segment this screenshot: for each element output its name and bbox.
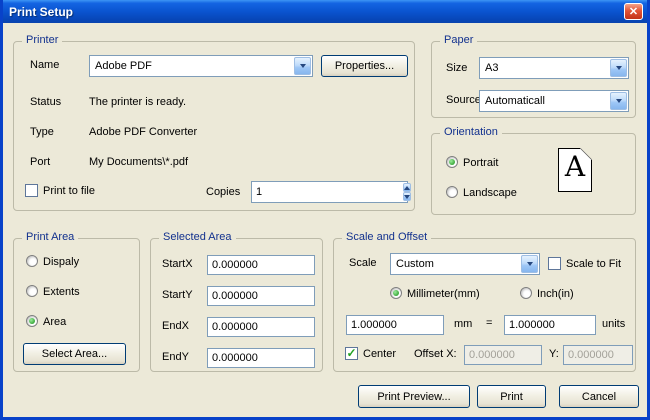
select-area-button[interactable]: Select Area...	[23, 343, 126, 365]
paper-source-combo-button	[610, 92, 627, 110]
selected-area-group-legend: Selected Area	[159, 231, 236, 243]
printer-status-label: Status	[30, 96, 61, 108]
landscape-label[interactable]: Landscape	[463, 187, 517, 199]
scale-combo-button	[521, 255, 538, 273]
millimeter-label[interactable]: Millimeter(mm)	[407, 288, 480, 300]
scale-label: Scale	[349, 257, 377, 269]
arrow-down-icon	[404, 195, 410, 199]
paper-size-label: Size	[446, 62, 467, 74]
orientation-group: Orientation Portrait Landscape A	[431, 133, 636, 215]
startx-input[interactable]	[207, 255, 315, 275]
print-to-file-checkbox[interactable]	[25, 184, 38, 197]
chevron-down-icon	[616, 99, 622, 103]
print-setup-dialog: Print Setup ✕ Printer Name Adobe PDF Pro…	[0, 0, 650, 420]
printer-name-combo-button	[294, 57, 311, 75]
center-label[interactable]: Center	[363, 348, 396, 360]
printer-port-label: Port	[30, 156, 50, 168]
center-checkbox[interactable]: ✓	[345, 347, 358, 360]
paper-source-label: Source	[446, 94, 481, 106]
chevron-down-icon	[300, 64, 306, 68]
chevron-down-icon	[527, 262, 533, 266]
scale-offset-group-legend: Scale and Offset	[342, 231, 431, 243]
print-preview-button[interactable]: Print Preview...	[358, 385, 470, 408]
portrait-label[interactable]: Portrait	[463, 157, 498, 169]
equals-label: =	[486, 317, 492, 329]
paper-source-combo[interactable]: Automaticall	[479, 90, 629, 112]
copies-label: Copies	[206, 186, 240, 198]
portrait-radio[interactable]	[446, 156, 458, 168]
area-label[interactable]: Area	[43, 316, 66, 328]
starty-input[interactable]	[207, 286, 315, 306]
offset-x-label: Offset X:	[414, 348, 457, 360]
scale-combo-value: Custom	[391, 258, 520, 270]
units-value-input[interactable]	[504, 315, 596, 335]
units-unit-label: units	[602, 318, 625, 330]
window-title: Print Setup	[9, 5, 73, 19]
paper-size-combo-value: A3	[480, 62, 609, 74]
print-area-group: Print Area Dispaly Extents Area Select A…	[13, 238, 140, 372]
paper-group: Paper Size A3 Source Automaticall	[431, 41, 636, 118]
print-to-file-label[interactable]: Print to file	[43, 185, 95, 197]
endx-input[interactable]	[207, 317, 315, 337]
paper-size-combo-button	[610, 59, 627, 77]
inch-radio[interactable]	[520, 287, 532, 299]
selected-area-group: Selected Area StartX StartY EndX EndY	[150, 238, 323, 372]
printer-status-value: The printer is ready.	[89, 96, 186, 108]
copies-spin-down-button[interactable]	[403, 192, 411, 201]
millimeter-radio[interactable]	[390, 287, 402, 299]
area-radio[interactable]	[26, 315, 38, 327]
scale-combo[interactable]: Custom	[390, 253, 540, 275]
offset-x-input	[464, 345, 542, 365]
print-button[interactable]: Print	[477, 385, 546, 408]
check-icon: ✓	[346, 347, 356, 359]
copies-spin-up-button[interactable]	[403, 183, 411, 192]
page-fold-icon	[580, 148, 592, 160]
copies-field	[251, 181, 408, 203]
inch-label[interactable]: Inch(in)	[537, 288, 574, 300]
cancel-button[interactable]: Cancel	[559, 385, 639, 408]
offset-y-label: Y:	[549, 348, 559, 360]
copies-spinner	[403, 183, 411, 201]
printer-name-label: Name	[30, 59, 59, 71]
copies-input[interactable]	[252, 182, 402, 202]
extents-radio[interactable]	[26, 285, 38, 297]
arrow-up-icon	[404, 186, 410, 190]
scale-to-fit-label[interactable]: Scale to Fit	[566, 258, 621, 270]
extents-label[interactable]: Extents	[43, 286, 80, 298]
scale-offset-group: Scale and Offset Scale Custom Scale to F…	[333, 238, 636, 372]
printer-name-combo-value: Adobe PDF	[90, 60, 293, 72]
display-label[interactable]: Dispaly	[43, 256, 79, 268]
page-orientation-icon: A	[558, 148, 592, 192]
printer-port-value: My Documents\*.pdf	[89, 156, 188, 168]
offset-y-input	[563, 345, 633, 365]
endy-input[interactable]	[207, 348, 315, 368]
paper-group-legend: Paper	[440, 34, 477, 46]
paper-source-combo-value: Automaticall	[480, 95, 609, 107]
mm-value-input[interactable]	[346, 315, 444, 335]
close-button[interactable]: ✕	[624, 3, 643, 20]
printer-name-combo[interactable]: Adobe PDF	[89, 55, 313, 77]
print-area-group-legend: Print Area	[22, 231, 78, 243]
endy-label: EndY	[162, 351, 189, 363]
titlebar[interactable]: Print Setup ✕	[3, 0, 647, 23]
mm-unit-label: mm	[454, 318, 472, 330]
paper-size-combo[interactable]: A3	[479, 57, 629, 79]
startx-label: StartX	[162, 258, 193, 270]
chevron-down-icon	[616, 66, 622, 70]
close-icon: ✕	[629, 5, 638, 18]
landscape-radio[interactable]	[446, 186, 458, 198]
properties-button[interactable]: Properties...	[321, 55, 408, 77]
printer-group-legend: Printer	[22, 34, 62, 46]
printer-type-value: Adobe PDF Converter	[89, 126, 197, 138]
orientation-group-legend: Orientation	[440, 126, 502, 138]
endx-label: EndX	[162, 320, 189, 332]
display-radio[interactable]	[26, 255, 38, 267]
printer-type-label: Type	[30, 126, 54, 138]
printer-group: Printer Name Adobe PDF Properties... Sta…	[13, 41, 415, 211]
starty-label: StartY	[162, 289, 193, 301]
scale-to-fit-checkbox[interactable]	[548, 257, 561, 270]
